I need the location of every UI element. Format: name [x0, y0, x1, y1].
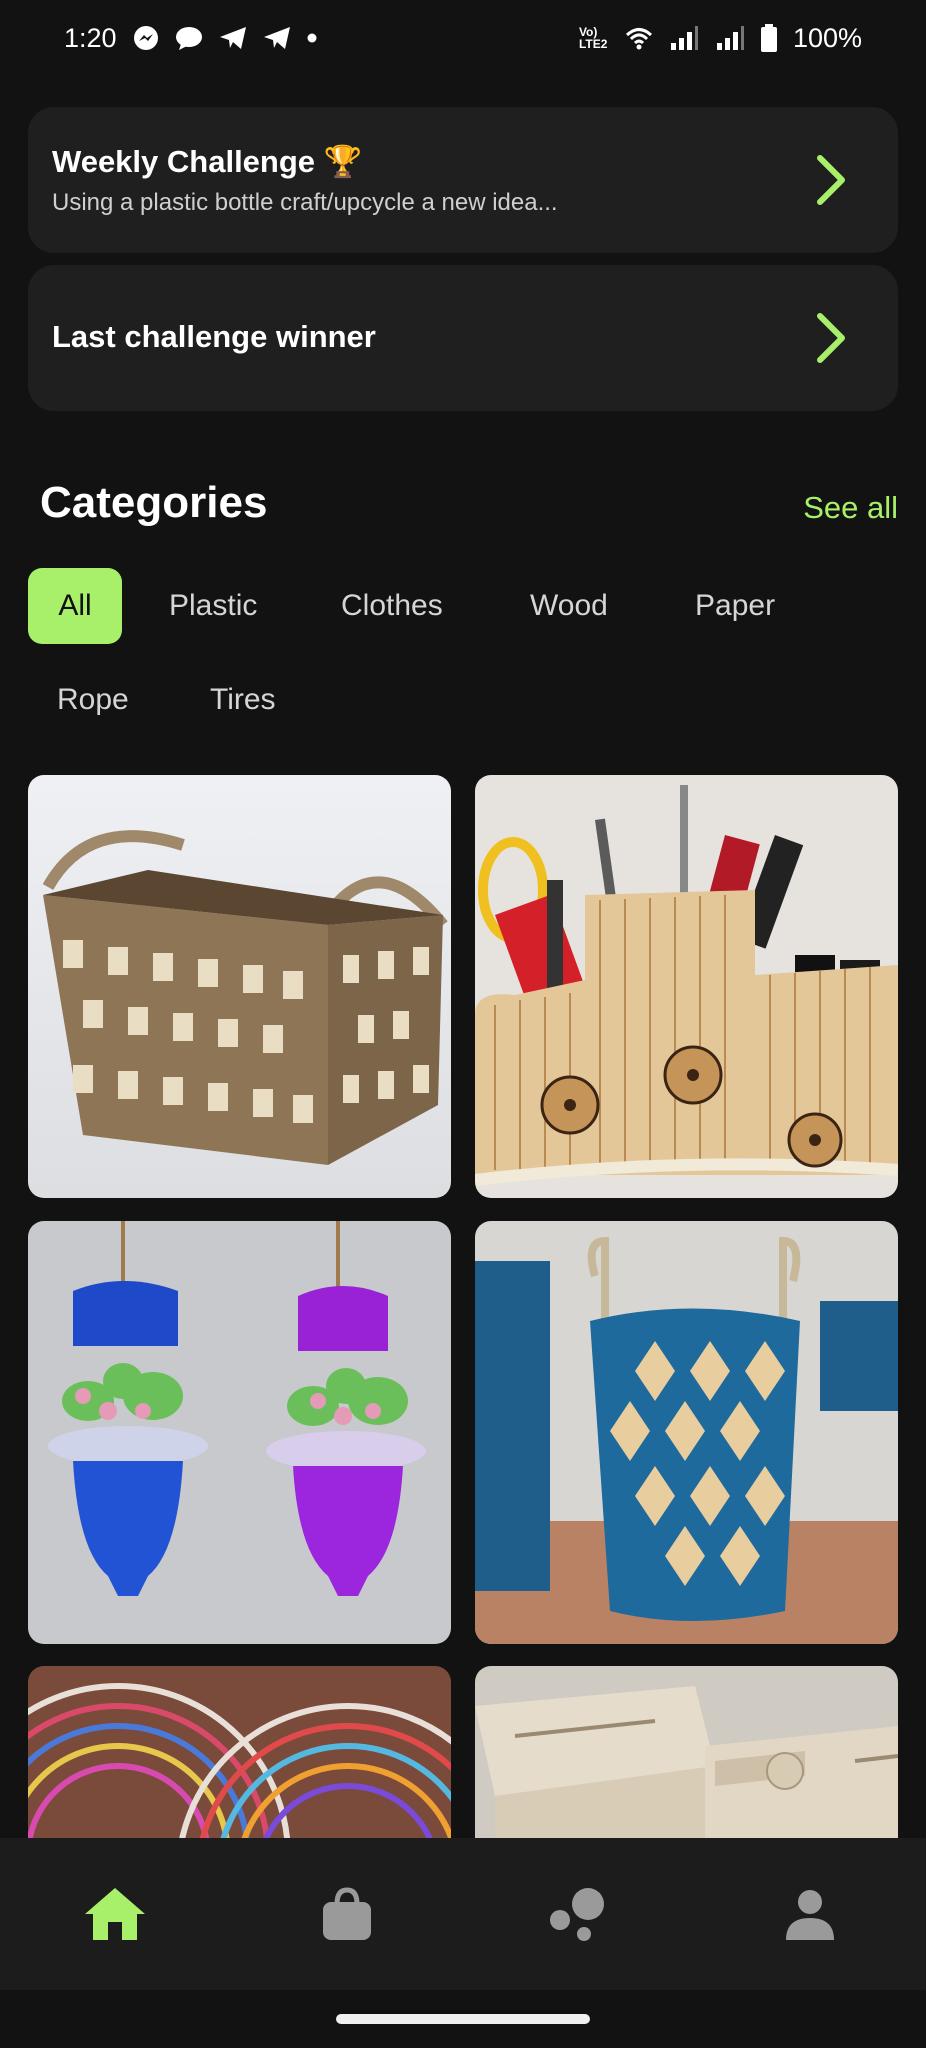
rope-basket-image	[28, 775, 451, 1198]
telegram-icon	[263, 26, 291, 50]
home-gesture-bar[interactable]	[336, 2014, 590, 2024]
chip-tires[interactable]: Tires	[182, 662, 304, 738]
nav-community[interactable]	[542, 1878, 614, 1950]
signal-icon	[669, 25, 699, 51]
chip-all[interactable]: All	[28, 568, 122, 644]
chevron-right-icon	[817, 155, 845, 205]
tile-popsicle-organizer[interactable]	[475, 775, 898, 1198]
home-icon	[85, 1888, 145, 1940]
community-icon	[550, 1888, 604, 1941]
wooden-box-image	[475, 1666, 898, 1838]
status-bar: 1:20 Vo) LTE2 100%	[0, 0, 926, 76]
nav-profile[interactable]	[774, 1878, 846, 1950]
bottom-navigation	[0, 1838, 926, 1990]
challenge-title: Weekly Challenge 🏆	[52, 144, 363, 179]
wifi-icon	[625, 26, 653, 50]
tile-paper-coil-bowls[interactable]	[28, 1666, 451, 1838]
profile-icon	[786, 1890, 834, 1940]
status-right: Vo) LTE2 100%	[579, 23, 862, 54]
chevron-right-icon	[817, 313, 845, 363]
nav-home[interactable]	[79, 1878, 151, 1950]
chip-plastic[interactable]: Plastic	[141, 568, 285, 644]
winner-title: Last challenge winner	[52, 319, 376, 354]
paper-tube-basket-image	[475, 1221, 898, 1644]
battery-percent: 100%	[792, 22, 862, 53]
volte-icon: Vo) LTE2	[578, 25, 608, 51]
categories-title: Categories	[40, 478, 268, 527]
dot-icon	[307, 33, 317, 43]
tile-wooden-box[interactable]	[475, 1666, 898, 1838]
shopping-bag-icon	[323, 1887, 371, 1940]
chat-bubble-icon	[175, 25, 203, 51]
battery-icon	[760, 24, 777, 52]
status-left: 1:20	[64, 23, 317, 54]
chip-clothes[interactable]: Clothes	[313, 568, 471, 644]
weekly-challenge-card[interactable]: Weekly Challenge 🏆 Using a plastic bottl…	[28, 107, 898, 253]
chip-rope[interactable]: Rope	[29, 662, 157, 738]
nav-shop[interactable]	[311, 1878, 383, 1950]
signal-icon	[715, 25, 745, 51]
tile-rope-basket[interactable]	[28, 775, 451, 1198]
popsicle-organizer-image	[475, 775, 898, 1198]
tile-bottle-planters[interactable]	[28, 1221, 451, 1644]
see-all-link[interactable]: See all	[803, 490, 898, 526]
paper-coil-bowls-image	[28, 1666, 451, 1838]
status-time: 1:20	[64, 22, 117, 53]
bottle-planters-image	[28, 1221, 451, 1644]
challenge-subtitle: Using a plastic bottle craft/upcycle a n…	[52, 189, 558, 216]
last-winner-card[interactable]: Last challenge winner	[28, 265, 898, 411]
messenger-icon	[133, 25, 159, 51]
chip-wood[interactable]: Wood	[502, 568, 636, 644]
tile-paper-tube-basket[interactable]	[475, 1221, 898, 1644]
chip-paper[interactable]: Paper	[667, 568, 803, 644]
telegram-icon	[219, 26, 247, 50]
